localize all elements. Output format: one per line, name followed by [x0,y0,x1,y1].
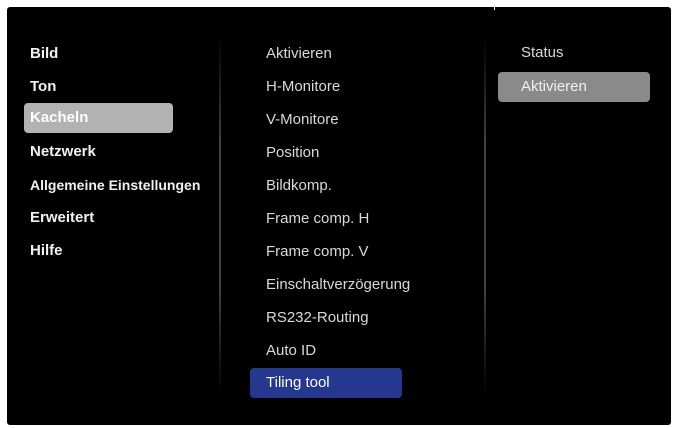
submenu-item-aktivieren[interactable]: Aktivieren [250,39,402,69]
menu-item-ton[interactable]: Ton [24,72,220,102]
submenu-item-v-monitore[interactable]: V-Monitore [250,105,402,135]
submenu-item-frame-comp-h[interactable]: Frame comp. H [250,204,402,234]
submenu-item-bildkomp[interactable]: Bildkomp. [250,171,402,201]
submenu-item-frame-comp-v[interactable]: Frame comp. V [250,237,402,267]
submenu-item-tiling-tool[interactable]: Tiling tool [250,368,402,398]
menu-item-kacheln[interactable]: Kacheln [24,103,173,133]
osd-screen: Bild Ton Kacheln Netzwerk Allgemeine Ein… [7,7,671,425]
submenu-item-einschaltverzoegerung[interactable]: Einschaltverzögerung [250,270,410,300]
submenu-item-auto-id[interactable]: Auto ID [250,336,402,366]
options-panel: Status Aktivieren [484,7,671,425]
menu-item-netzwerk[interactable]: Netzwerk [24,137,220,167]
menu-item-allgemeine-einstellungen[interactable]: Allgemeine Einstellungen [24,170,220,200]
menu-item-erweitert[interactable]: Erweitert [24,203,220,233]
option-status[interactable]: Status [498,38,650,68]
submenu-item-h-monitore[interactable]: H-Monitore [250,72,402,102]
menu-item-hilfe[interactable]: Hilfe [24,236,220,266]
option-aktivieren[interactable]: Aktivieren [498,72,650,102]
submenu-item-position[interactable]: Position [250,138,402,168]
submenu-item-rs232-routing[interactable]: RS232-Routing [250,303,402,333]
main-menu: Bild Ton Kacheln Netzwerk Allgemeine Ein… [7,7,219,425]
menu-item-bild[interactable]: Bild [24,39,220,69]
submenu: Aktivieren H-Monitore V-Monitore Positio… [219,7,484,425]
